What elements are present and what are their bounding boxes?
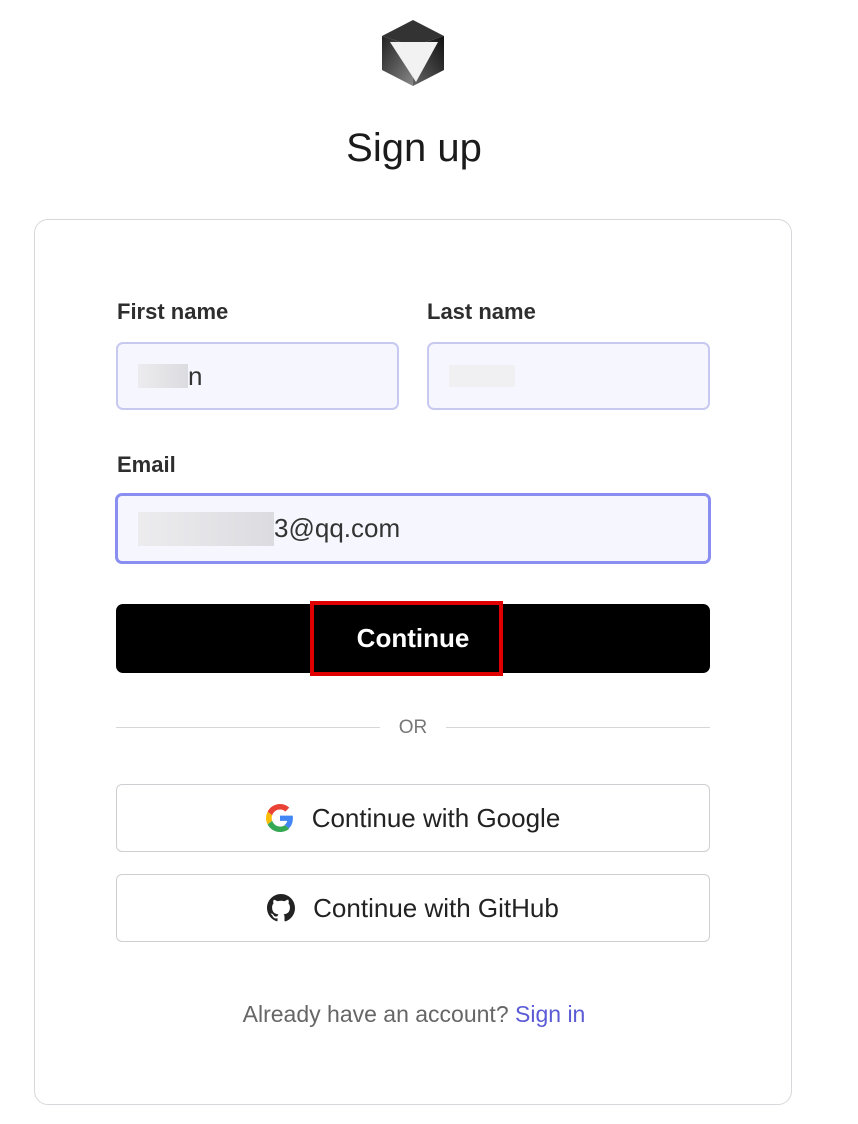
last-name-input[interactable]	[427, 342, 710, 410]
google-button-label: Continue with Google	[311, 802, 561, 833]
google-icon	[265, 804, 293, 832]
github-signin-button[interactable]: Continue with GitHub	[116, 874, 710, 942]
divider-or: OR	[398, 717, 428, 738]
divider-left	[116, 727, 380, 728]
signin-prompt-text: Already have an account?	[242, 1001, 509, 1027]
first-name-label: First name	[117, 299, 229, 324]
email-input[interactable]: 3@qq.com	[115, 493, 711, 564]
signin-prompt: Already have an account? Sign in	[0, 1001, 828, 1028]
divider-right	[446, 727, 710, 728]
google-signin-button[interactable]: Continue with Google	[116, 784, 710, 852]
email-value: 3@qq.com	[274, 513, 401, 543]
annotation-highlight-box	[310, 601, 503, 676]
github-button-label: Continue with GitHub	[313, 892, 559, 923]
github-icon	[267, 894, 296, 922]
signin-link[interactable]: Sign in	[515, 1001, 585, 1027]
email-label: Email	[117, 452, 176, 477]
redacted-text	[138, 511, 274, 546]
cube-logo-icon	[382, 20, 444, 86]
first-name-value: n	[188, 360, 203, 391]
page-title: Sign up	[346, 126, 482, 170]
redacted-text	[449, 365, 515, 387]
redacted-text	[138, 364, 188, 388]
last-name-label: Last name	[427, 299, 536, 324]
first-name-input[interactable]: n	[116, 342, 399, 410]
